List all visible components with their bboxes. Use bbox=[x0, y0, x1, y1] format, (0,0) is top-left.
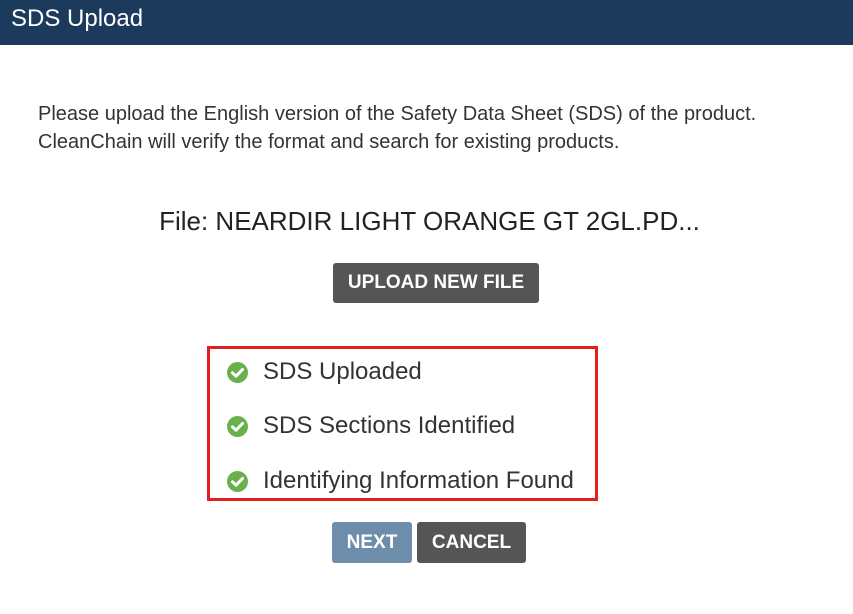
check-circle-icon bbox=[227, 415, 248, 437]
status-checklist: SDS Uploaded SDS Sections Identified Ide… bbox=[207, 346, 598, 501]
next-button[interactable]: NEXT bbox=[332, 522, 412, 563]
status-label: SDS Uploaded bbox=[263, 358, 422, 385]
status-item-info-found: Identifying Information Found bbox=[227, 466, 574, 496]
status-item-sds-uploaded: SDS Uploaded bbox=[227, 357, 422, 387]
check-circle-icon bbox=[227, 470, 248, 492]
instructions-text: Please upload the English version of the… bbox=[38, 103, 757, 153]
status-label: SDS Sections Identified bbox=[263, 412, 516, 439]
dialog-header: SDS Upload bbox=[0, 0, 853, 45]
dialog-title: SDS Upload bbox=[11, 5, 144, 32]
upload-new-file-button[interactable]: UPLOAD NEW FILE bbox=[333, 263, 539, 303]
check-circle-icon bbox=[227, 361, 248, 383]
status-item-sections-identified: SDS Sections Identified bbox=[227, 411, 515, 441]
status-label: Identifying Information Found bbox=[263, 467, 574, 494]
file-name-label: File: NEARDIR LIGHT ORANGE GT 2GL.PD... bbox=[159, 206, 700, 236]
cancel-button[interactable]: CANCEL bbox=[417, 522, 526, 563]
